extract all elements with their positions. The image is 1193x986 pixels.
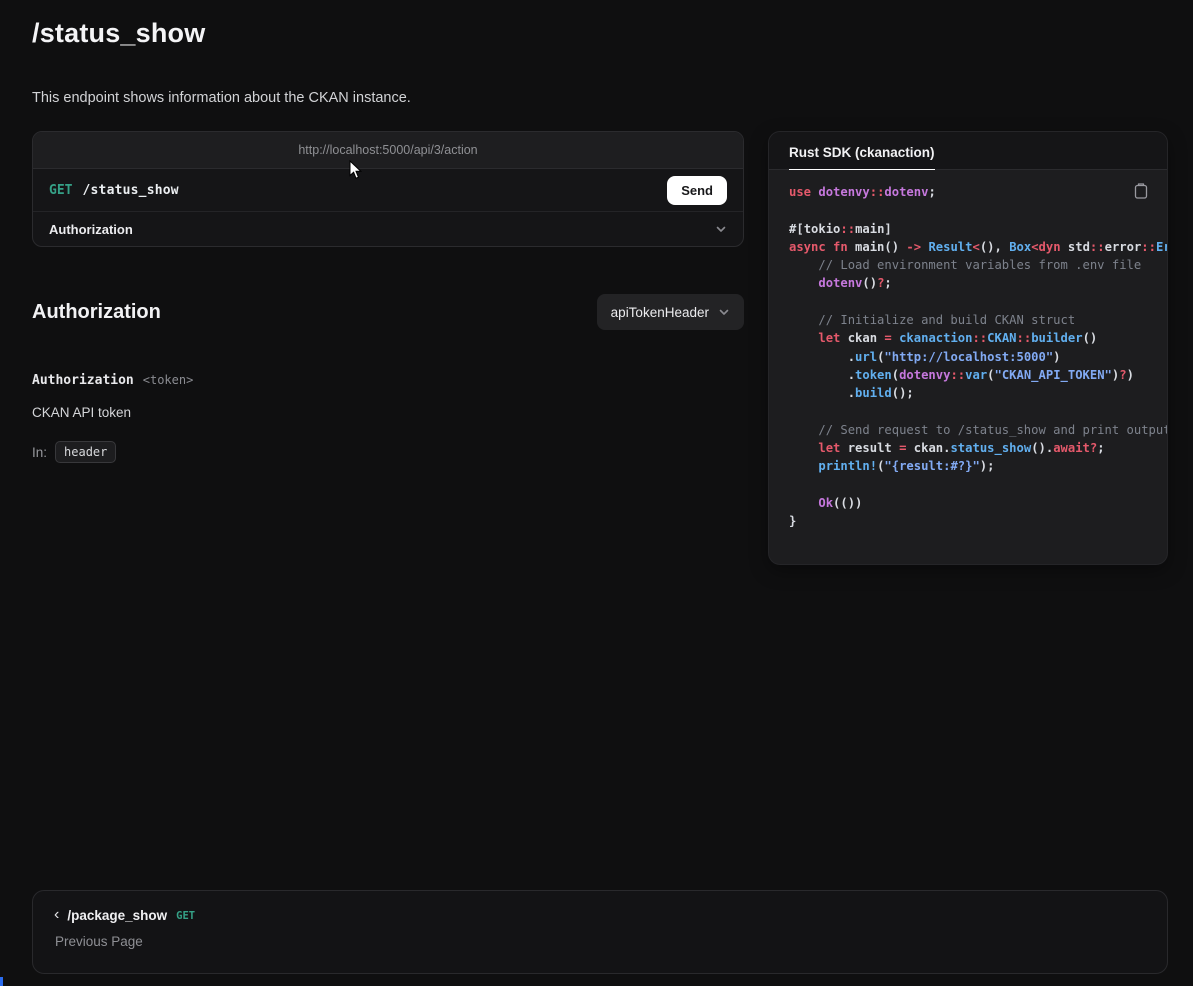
prev-page-card[interactable]: ‹ /package_show GET Previous Page: [32, 890, 1168, 974]
sdk-tab-rust[interactable]: Rust SDK (ckanaction): [789, 145, 935, 170]
prev-page-label: Previous Page: [55, 934, 1146, 949]
endpoint-path: /status_show: [82, 183, 178, 198]
auth-accordion-row[interactable]: Authorization: [33, 211, 743, 246]
auth-in-label: In:: [32, 445, 47, 460]
send-button[interactable]: Send: [667, 176, 727, 205]
prev-page-path: /package_show: [67, 908, 167, 923]
chevron-left-icon: ‹: [54, 907, 59, 923]
auth-param-type: <token>: [143, 373, 194, 387]
base-url: http://localhost:5000/api/3/action: [298, 143, 477, 157]
prev-page-method: GET: [176, 910, 195, 922]
auth-in-badge: header: [55, 441, 116, 463]
page-description: This endpoint shows information about th…: [32, 90, 1168, 106]
method-badge: GET: [49, 183, 72, 198]
auth-scheme-value: apiTokenHeader: [611, 305, 709, 320]
auth-param-name: Authorization: [32, 373, 134, 388]
page-title: /status_show: [32, 0, 1168, 49]
chevron-down-icon: [715, 223, 727, 235]
auth-param-description: CKAN API token: [32, 405, 744, 420]
auth-section-heading: Authorization: [32, 301, 161, 324]
code-block: use dotenvy::dotenv; #[tokio::main]async…: [769, 170, 1167, 565]
clipboard-icon: [1134, 183, 1148, 199]
request-card: http://localhost:5000/api/3/action GET /…: [32, 131, 744, 247]
copy-button[interactable]: [1134, 183, 1148, 202]
auth-accordion-label: Authorization: [49, 222, 133, 237]
sdk-example-panel: Rust SDK (ckanaction) use dotenvy::doten…: [768, 131, 1168, 565]
page-edge-marker: [0, 977, 3, 986]
request-row: GET /status_show Send: [33, 169, 743, 211]
base-url-bar: http://localhost:5000/api/3/action: [33, 132, 743, 169]
auth-scheme-select[interactable]: apiTokenHeader: [597, 294, 744, 330]
sdk-panel-header: Rust SDK (ckanaction): [769, 132, 1167, 170]
chevron-down-icon: [718, 306, 730, 318]
